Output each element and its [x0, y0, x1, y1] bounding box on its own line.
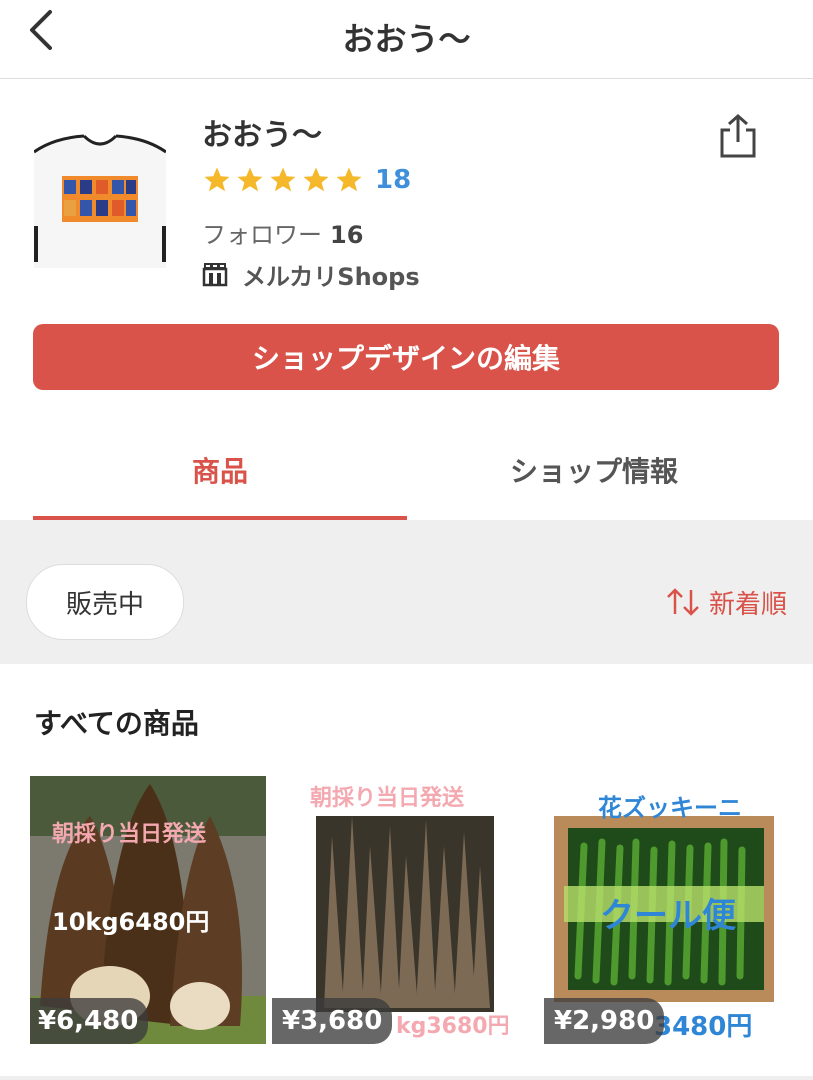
page-title: おおう〜	[342, 20, 471, 58]
product-card[interactable]: 朝採り当日発送 10kg6480円 ¥6,480	[30, 776, 266, 1044]
followers-count: 16	[330, 221, 364, 249]
followers[interactable]: フォロワー 16	[202, 215, 363, 250]
tab-bar: 商品 ショップ情報	[0, 420, 813, 522]
product-overlay-text: クール便	[600, 896, 736, 936]
share-icon	[720, 113, 756, 158]
section-title: すべての商品	[34, 707, 199, 740]
top-nav-bar: おおう〜	[0, 0, 813, 79]
filter-bar: 販売中 新着順	[0, 520, 813, 664]
price-badge: ¥6,480	[30, 998, 149, 1044]
mercari-shops-badge: メルカリShops	[202, 256, 420, 292]
sort-label: 新着順	[708, 589, 787, 620]
product-overlay-text: 3480円	[654, 1012, 753, 1042]
review-count: 18	[375, 165, 412, 195]
share-button[interactable]	[716, 112, 760, 160]
star-icon	[270, 167, 296, 192]
shop-name: おおう〜	[202, 118, 322, 153]
storefront-icon	[202, 263, 228, 287]
edit-shop-design-button[interactable]: ショップデザインの編集	[33, 324, 779, 390]
product-overlay-text: kg3680円	[396, 1014, 508, 1039]
star-icon	[204, 167, 230, 192]
product-overlay-text: 花ズッキーニ	[598, 794, 742, 822]
product-card[interactable]: 朝採り当日発送 kg3680円 ¥3,680	[272, 776, 508, 1044]
shop-avatar	[34, 130, 166, 268]
product-overlay-text: 朝採り当日発送	[52, 822, 207, 847]
product-overlay-text: 10kg6480円	[52, 908, 210, 936]
divider	[0, 1076, 813, 1080]
product-card[interactable]: 花ズッキーニ クール便 3480円 ¥2,980	[544, 776, 780, 1044]
star-icon	[336, 167, 362, 192]
on-sale-filter-chip[interactable]: 販売中	[26, 564, 184, 640]
price-badge: ¥2,980	[544, 998, 665, 1044]
sort-arrows-icon	[667, 588, 699, 616]
sort-button[interactable]: 新着順	[665, 582, 787, 622]
tab-products[interactable]: 商品	[33, 420, 407, 520]
shop-rating[interactable]: 18	[202, 160, 411, 200]
product-overlay-text: 朝採り当日発送	[310, 786, 465, 811]
followers-label: フォロワー	[202, 221, 322, 249]
price-badge: ¥3,680	[272, 998, 393, 1044]
tab-shop-info[interactable]: ショップ情報	[407, 420, 781, 520]
star-icon	[237, 167, 263, 192]
shops-label-text: メルカリShops	[242, 262, 420, 291]
star-icon	[303, 167, 329, 192]
